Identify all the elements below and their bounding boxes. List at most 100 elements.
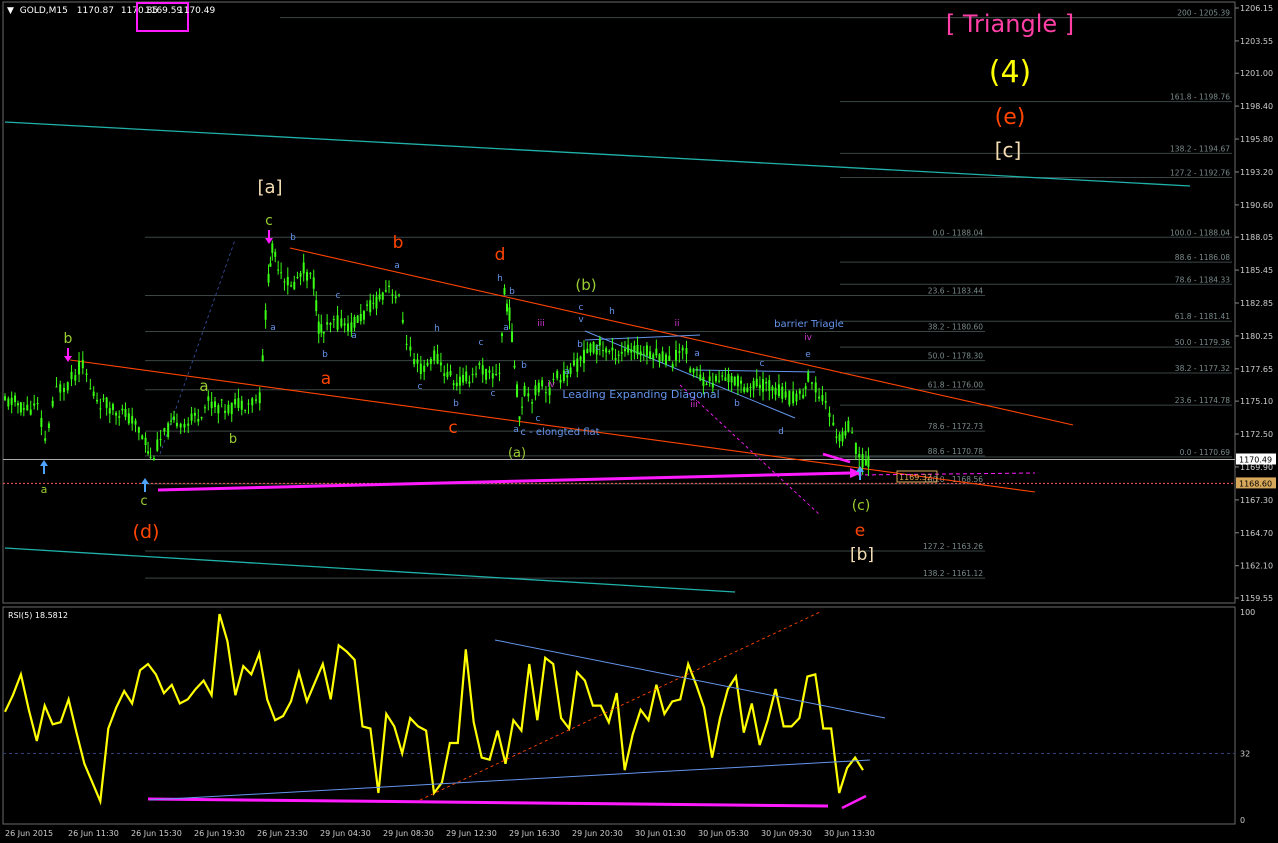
candle-body [230, 402, 233, 415]
candle-body [127, 413, 130, 424]
candle-body [804, 386, 807, 389]
fib-label: 200 - 1205.39 [1177, 9, 1230, 18]
candle-body [721, 375, 724, 377]
rsi-tick-label: 32 [1240, 749, 1250, 758]
candle-body [475, 373, 478, 375]
candle-body [124, 408, 127, 417]
candle-body [299, 273, 302, 277]
price-tick-label: 1175.10 [1240, 397, 1273, 406]
candle-body [227, 404, 230, 414]
candle-body [99, 408, 102, 410]
candle-body [118, 416, 121, 418]
small-wave-label: a [513, 425, 519, 435]
time-tick-label: 30 Jun 09:30 [761, 829, 812, 838]
candle-body [864, 460, 867, 466]
close-value: 1170.49 [178, 6, 215, 16]
fib-label: 50.0 - 1178.30 [928, 352, 983, 361]
candle-body [639, 351, 642, 356]
candle-body [579, 356, 582, 360]
candle-body [356, 315, 359, 323]
small-wave-label: ii [674, 319, 679, 329]
candle-body [309, 273, 312, 275]
candle-body [131, 416, 134, 424]
triangle-annotation: [c] [995, 138, 1022, 162]
small-wave-label: h [497, 274, 503, 284]
candle-body [280, 272, 283, 274]
candle-body [449, 371, 452, 376]
candle-body [134, 420, 137, 425]
small-wave-label: iii [690, 400, 698, 410]
candle-body [835, 436, 838, 438]
small-wave-label: c [760, 359, 765, 369]
candle-body [405, 343, 408, 345]
candle-body [854, 443, 857, 454]
candle-body [317, 321, 320, 334]
candle-body [111, 404, 114, 410]
candle-body [655, 348, 658, 356]
candle-body [498, 372, 501, 374]
candle-body [175, 422, 178, 427]
small-wave-label: a [503, 323, 509, 333]
fib-label: 23.6 - 1174.78 [1175, 396, 1230, 405]
candle-body [159, 439, 162, 441]
small-wave-label: b [509, 287, 515, 297]
time-tick-label: 29 Jun 20:30 [572, 829, 623, 838]
fib-label: 23.6 - 1183.44 [928, 287, 983, 296]
fib-label: 88.6 - 1186.08 [1175, 253, 1230, 262]
candle-body [121, 408, 124, 411]
candle-body [749, 386, 752, 388]
candle-body [359, 313, 362, 322]
candle-body [217, 405, 220, 414]
symbol-label: GOLD,M15 [20, 6, 68, 16]
candle-body [491, 373, 494, 379]
candle-body [692, 368, 695, 373]
triangle-annotation: (4) [989, 55, 1032, 90]
fib-label: 78.6 - 1184.33 [1175, 275, 1230, 284]
price-tick-label: 1201.00 [1240, 69, 1273, 78]
small-wave-label: h [434, 324, 440, 334]
wave-label-bracket_a: [a] [257, 177, 282, 198]
candle-body [391, 294, 394, 296]
candle-body [85, 373, 88, 375]
candle-body [234, 399, 237, 405]
candle-body [841, 431, 844, 442]
candle-body [381, 292, 384, 300]
candle-body [711, 382, 714, 388]
small-wave-label: b [290, 233, 296, 243]
small-wave-label: b [577, 340, 583, 350]
time-tick-label: 26 Jun 19:30 [194, 829, 245, 838]
candle-body [247, 403, 250, 405]
candle-body [847, 420, 850, 432]
fib-label: 0.0 - 1188.04 [933, 228, 984, 237]
small-wave-label: b [521, 361, 527, 371]
candle-body [312, 277, 315, 289]
wave-label-c_red: c [448, 418, 457, 438]
candle-body [429, 358, 432, 364]
candle-body [51, 400, 54, 407]
rsi-tick-label: 0 [1240, 816, 1245, 825]
fib-label: 61.8 - 1176.00 [928, 381, 983, 390]
candle-body [527, 393, 530, 397]
wave-label-a_red: a [321, 369, 331, 389]
candle-body [347, 323, 350, 332]
candle-body [33, 403, 36, 406]
candle-body [179, 423, 182, 428]
candle-body [384, 290, 387, 292]
candle-body [727, 373, 730, 383]
candle-body [183, 423, 186, 428]
candle-body [336, 315, 339, 330]
candle-body [240, 400, 243, 410]
candle-body [755, 378, 758, 387]
candle-body [485, 368, 488, 380]
candle-body [642, 353, 645, 355]
candle-body [366, 304, 369, 306]
wave-label-c_top: c [265, 213, 273, 229]
small-wave-label: a [694, 349, 700, 359]
price-tick-label: 1177.65 [1240, 365, 1273, 374]
candle-body [867, 456, 870, 468]
candle-body [743, 387, 746, 392]
candle-body [378, 294, 381, 300]
candle-body [858, 453, 861, 458]
candle-body [458, 376, 461, 386]
candle-body [736, 375, 739, 387]
